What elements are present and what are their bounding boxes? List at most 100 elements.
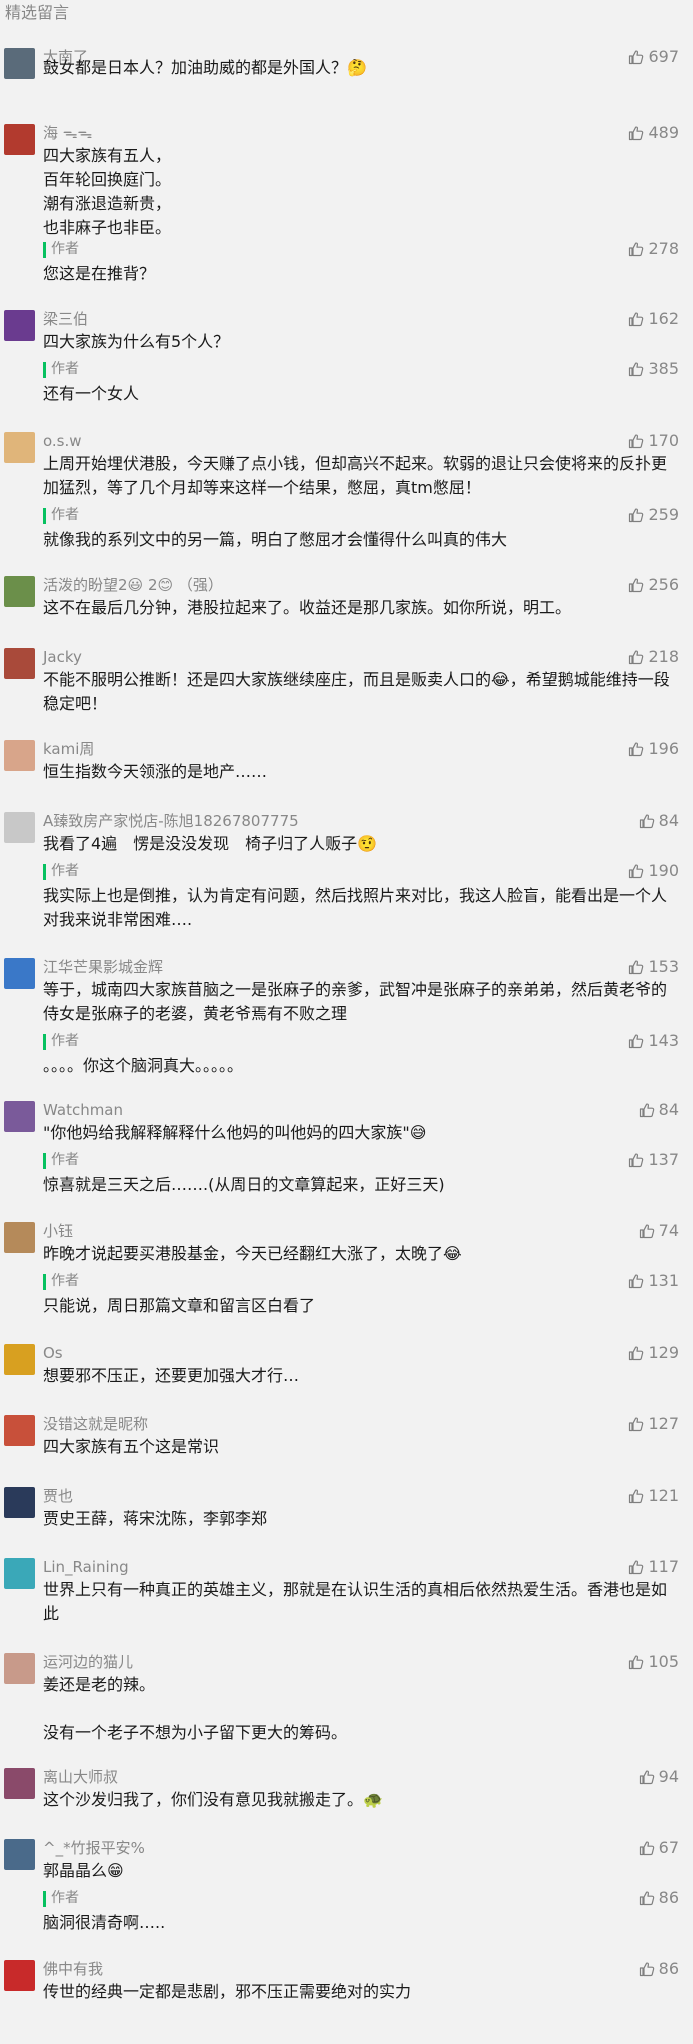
like-button[interactable]: 94 (639, 1766, 679, 1788)
avatar[interactable] (4, 1415, 35, 1446)
comment-nickname[interactable]: kami周 (43, 738, 94, 760)
author-reply-bar (43, 1274, 46, 1290)
author-like-button[interactable]: 137 (628, 1149, 679, 1171)
avatar[interactable] (4, 1101, 35, 1132)
comment-nickname[interactable]: Jacky (43, 646, 82, 668)
like-button[interactable]: 256 (628, 574, 679, 596)
like-count: 84 (658, 1100, 679, 1119)
like-button[interactable]: 117 (628, 1556, 679, 1578)
comment-nickname[interactable]: 运河边的猫儿 (43, 1651, 133, 1673)
avatar[interactable] (4, 1222, 35, 1253)
emoji: 🤔 (347, 58, 367, 77)
thumbs-up-icon (639, 1962, 654, 1977)
comment-nickname[interactable]: 没错这就是昵称 (43, 1413, 148, 1435)
avatar[interactable] (4, 740, 35, 771)
author-reply-bar (43, 1891, 46, 1907)
avatar[interactable] (4, 648, 35, 679)
like-button[interactable]: 218 (628, 646, 679, 668)
like-count: 67 (658, 1838, 679, 1857)
like-button[interactable]: 105 (628, 1651, 679, 1673)
avatar[interactable] (4, 124, 35, 155)
comment-nickname[interactable]: o.s.w (43, 430, 82, 452)
comment-text: 郭晶晶么😁 (43, 1861, 124, 1880)
thumbs-up-icon (629, 1274, 644, 1289)
comment-nickname[interactable]: 离山大师叔 (43, 1766, 118, 1788)
thumbs-up-icon (629, 650, 644, 665)
comment-nickname[interactable]: 小钰 (43, 1220, 73, 1242)
like-button[interactable]: 153 (628, 956, 679, 978)
avatar[interactable] (4, 1768, 35, 1799)
like-button[interactable]: 162 (628, 308, 679, 330)
avatar[interactable] (4, 812, 35, 843)
author-reply-text: 惊喜就是三天之后…….(从周日的文章算起来，正好三天) (43, 1175, 445, 1194)
thumbs-up-icon (629, 742, 644, 757)
like-button[interactable]: 86 (639, 1958, 679, 1980)
author-like-button[interactable]: 190 (628, 860, 679, 882)
comment-text: 想要邪不压正，还要更加强大才行… (43, 1366, 300, 1385)
avatar[interactable] (4, 48, 35, 79)
author-reply-text: 脑洞很清奇啊….. (43, 1913, 166, 1932)
avatar[interactable] (4, 1653, 35, 1684)
thumbs-up-icon (629, 242, 644, 257)
comment-text: 上周开始埋伏港股，今天赚了点小钱，但却高兴不起来。软弱的退让只会使将来的反扑更加… (43, 454, 668, 497)
like-button[interactable]: 84 (639, 810, 679, 832)
like-button[interactable]: 67 (639, 1837, 679, 1859)
like-button[interactable]: 74 (639, 1220, 679, 1242)
comment-nickname[interactable]: 海 ᯓᯓ (43, 122, 92, 144)
like-button[interactable]: 129 (628, 1342, 679, 1364)
comment-nickname[interactable]: Os (43, 1342, 63, 1364)
comment-text: 姜还是老的辣。 没有一个老子不想为小子留下更大的筹码。 (43, 1675, 348, 1742)
comment-nickname[interactable]: 活泼的盼望2😃 2😊 （强） (43, 574, 223, 596)
author-reply-bar (43, 864, 46, 880)
comment-text: 这个沙发归我了，你们没有意见我就搬走了。🐢 (43, 1790, 383, 1809)
comment-text: 不能不服明公推断！还是四大家族继续座庄，而且是贩卖人口的😂，希望鹅城能维持一段稳… (43, 670, 670, 713)
thumbs-up-icon (629, 508, 644, 523)
author-label: 作者 (51, 1273, 79, 1289)
comment-text: 鼓女都是日本人？加油助威的都是外国人？🤔 (43, 58, 367, 77)
like-button[interactable]: 84 (639, 1099, 679, 1121)
avatar[interactable] (4, 1487, 35, 1518)
thumbs-up-icon (629, 1655, 644, 1670)
avatar[interactable] (4, 1344, 35, 1375)
author-like-button[interactable]: 131 (628, 1270, 679, 1292)
comment-nickname[interactable]: 贾也 (43, 1485, 73, 1507)
like-button[interactable]: 127 (628, 1413, 679, 1435)
comment-nickname[interactable]: A臻致房产家悦店-陈旭18267807775 (43, 810, 299, 832)
author-reply-text: 我实际上也是倒推，认为肯定有问题，然后找照片来对比，我这人脸盲，能看出是一个人对… (43, 886, 668, 929)
comment-text: 四大家族有五人， 百年轮回换庭门。 潮有涨退造新贵， 也非麻子也非臣。 (43, 146, 172, 237)
thumbs-up-icon (639, 1103, 654, 1118)
author-like-button[interactable]: 385 (628, 358, 679, 380)
like-button[interactable]: 196 (628, 738, 679, 760)
like-count: 129 (648, 1343, 679, 1362)
comment-text: 四大家族为什么有5个人？ (43, 332, 230, 351)
author-like-button[interactable]: 143 (628, 1030, 679, 1052)
comment-nickname[interactable]: 江华芒果影城金辉 (43, 956, 163, 978)
comment-nickname[interactable]: ^_*竹报平安% (43, 1837, 145, 1859)
avatar[interactable] (4, 1558, 35, 1589)
like-count: 74 (658, 1221, 679, 1240)
avatar[interactable] (4, 432, 35, 463)
comment-nickname[interactable]: Lin_Raining (43, 1556, 129, 1578)
like-button[interactable]: 489 (628, 122, 679, 144)
avatar[interactable] (4, 958, 35, 989)
author-like-button[interactable]: 86 (639, 1887, 679, 1909)
thumbs-up-icon (629, 312, 644, 327)
like-count: 385 (648, 359, 679, 378)
avatar[interactable] (4, 310, 35, 341)
like-button[interactable]: 121 (628, 1485, 679, 1507)
avatar[interactable] (4, 576, 35, 607)
comment-nickname[interactable]: Watchman (43, 1099, 123, 1121)
comment-text: 我看了4遍 愣是没没发现 椅子归了人贩子🤨 (43, 834, 378, 853)
avatar[interactable] (4, 1960, 35, 1991)
avatar[interactable] (4, 1839, 35, 1870)
like-button[interactable]: 170 (628, 430, 679, 452)
comment-nickname[interactable]: 佛中有我 (43, 1958, 103, 1980)
thumbs-up-icon (639, 1891, 654, 1906)
like-count: 170 (648, 431, 679, 450)
comment-text: 世界上只有一种真正的英雄主义，那就是在认识生活的真相后依然热爱生活。香港也是如此 (43, 1580, 668, 1623)
author-reply-bar (43, 242, 46, 258)
author-like-button[interactable]: 259 (628, 504, 679, 526)
comment-nickname[interactable]: 梁三伯 (43, 308, 88, 330)
author-like-button[interactable]: 278 (628, 238, 679, 260)
thumbs-up-icon (629, 1560, 644, 1575)
